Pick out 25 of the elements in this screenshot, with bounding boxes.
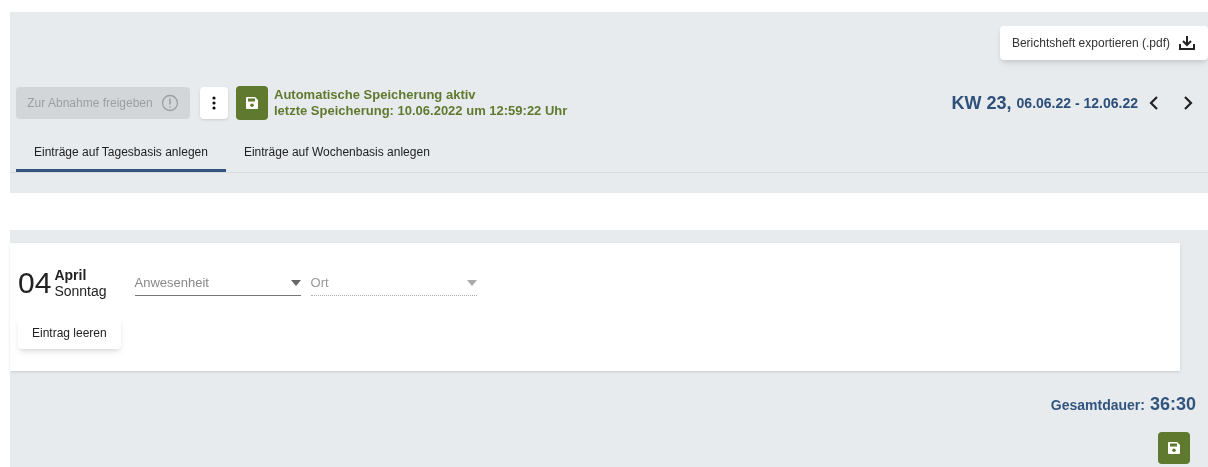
tab[interactable]: Einträge auf Tagesbasis anlegen	[16, 134, 226, 172]
week-number: KW 23,	[951, 91, 1012, 115]
total-value: 36:30	[1149, 393, 1196, 416]
day-number: 04	[18, 268, 52, 298]
tab[interactable]: Einträge auf Wochenbasis anlegen	[225, 134, 448, 172]
last-saved-text: letzte Speicherung: 10.06.2022 um 12:59:22 Uhr	[274, 103, 568, 119]
clear-entry-button[interactable]: Eintrag leeren	[18, 317, 121, 349]
more-vertical-icon	[212, 96, 216, 110]
save-icon	[245, 96, 259, 110]
total-label: Gesamtdauer:	[1050, 396, 1145, 415]
weekday-label: Sonntag	[54, 283, 107, 299]
chevron-left-icon	[1149, 95, 1159, 111]
save-button[interactable]	[1158, 432, 1190, 464]
save-icon	[1167, 441, 1181, 455]
autosave-status: Automatische Speicherung aktiv	[274, 87, 477, 103]
select-field[interactable]: Anwesenheit	[134, 270, 301, 296]
chevron-right-icon	[1183, 95, 1193, 111]
download-icon	[1178, 35, 1196, 51]
dropdown-icon	[290, 279, 301, 286]
info-icon	[160, 94, 179, 112]
month-label: April	[54, 267, 88, 283]
more-button[interactable]	[200, 87, 228, 119]
week-range: 06.06.22 - 12.06.22	[1016, 93, 1138, 113]
export-button[interactable]: Berichtsheft exportieren (.pdf)	[999, 26, 1208, 60]
dropdown-icon	[466, 279, 477, 286]
